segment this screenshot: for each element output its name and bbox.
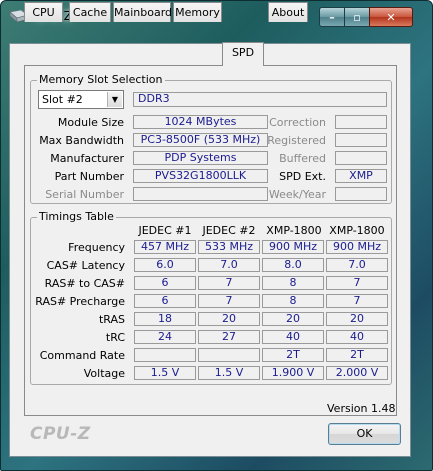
tab-about[interactable]: About bbox=[268, 2, 308, 22]
timings-column-header: JEDEC #1 bbox=[138, 224, 192, 237]
tab-label: Mainboard bbox=[114, 6, 173, 19]
timings-column-header: XMP-1800 bbox=[329, 224, 385, 237]
slot-selected-value: Slot #2 bbox=[42, 93, 83, 106]
timing-cell: 2T bbox=[262, 348, 324, 362]
registered-value bbox=[335, 133, 387, 147]
timing-cell: 20 bbox=[262, 312, 324, 326]
timing-cell: 1.5 V bbox=[134, 366, 196, 380]
buffered-label: Buffered bbox=[279, 152, 326, 165]
ok-button[interactable]: OK bbox=[328, 423, 401, 445]
timing-cell: 20 bbox=[326, 312, 388, 326]
timing-cell: 7 bbox=[326, 294, 388, 308]
tab-spd[interactable]: SPD bbox=[222, 42, 264, 66]
cpuz-logo: CPU-Z bbox=[30, 424, 91, 444]
timing-cell: 7 bbox=[326, 276, 388, 290]
timing-cell: 8 bbox=[262, 276, 324, 290]
trc-label: tRC bbox=[105, 331, 125, 344]
tab-label: CPU bbox=[32, 6, 55, 19]
timing-cell: 1.900 V bbox=[262, 366, 324, 380]
memory-type-field: DDR3 bbox=[133, 92, 387, 107]
tab-memory[interactable]: Memory bbox=[173, 2, 222, 22]
timing-cell: 6 bbox=[134, 294, 196, 308]
timing-cell: 2.000 V bbox=[326, 366, 388, 380]
spd-ext-label: SPD Ext. bbox=[279, 170, 326, 183]
timing-cell: 40 bbox=[326, 330, 388, 344]
timing-cell: 27 bbox=[198, 330, 260, 344]
week-year-label: Week/Year bbox=[268, 188, 326, 201]
tab-label: Memory bbox=[175, 6, 220, 19]
timings-column-header: JEDEC #2 bbox=[202, 224, 256, 237]
part-number-value: PVS32G1800LLK bbox=[133, 169, 268, 183]
correction-value bbox=[335, 115, 387, 129]
timing-cell: 900 MHz bbox=[262, 240, 324, 254]
timing-cell: 24 bbox=[134, 330, 196, 344]
manufacturer-label: Manufacturer bbox=[50, 152, 124, 165]
correction-label: Correction bbox=[269, 116, 326, 129]
timing-cell: 20 bbox=[198, 312, 260, 326]
timing-cell: 8 bbox=[262, 294, 324, 308]
week-year-value bbox=[335, 187, 387, 201]
version-label: Version 1.48 bbox=[327, 402, 396, 415]
tras-label: tRAS bbox=[98, 313, 125, 326]
close-icon: ✕ bbox=[386, 10, 396, 24]
tab-cache[interactable]: Cache bbox=[69, 2, 111, 22]
timing-cell: 457 MHz bbox=[134, 240, 196, 254]
manufacturer-value: PDP Systems bbox=[133, 151, 268, 165]
max-bandwidth-label: Max Bandwidth bbox=[39, 134, 124, 147]
timing-cell: 40 bbox=[262, 330, 324, 344]
chevron-down-icon[interactable]: ▼ bbox=[107, 92, 122, 107]
group-label: Memory Slot Selection bbox=[37, 73, 165, 86]
voltage-label: Voltage bbox=[83, 367, 125, 380]
tab-label: About bbox=[271, 6, 305, 19]
timing-cell: 900 MHz bbox=[326, 240, 388, 254]
minimize-icon: – bbox=[329, 10, 335, 24]
tab-cpu[interactable]: CPU bbox=[24, 2, 63, 22]
tab-mainboard[interactable]: Mainboard bbox=[113, 2, 173, 22]
spd-ext-value: XMP bbox=[335, 169, 387, 183]
ok-button-label: OK bbox=[356, 427, 373, 440]
close-button[interactable]: ✕ bbox=[369, 7, 413, 27]
ras-precharge-label: RAS# Precharge bbox=[35, 295, 125, 308]
timings-column-header: XMP-1800 bbox=[266, 224, 322, 237]
timing-cell: 6 bbox=[134, 276, 196, 290]
timing-cell bbox=[134, 348, 196, 362]
serial-number-label: Serial Number bbox=[45, 188, 124, 201]
timing-cell: 18 bbox=[134, 312, 196, 326]
timing-cell: 7.0 bbox=[326, 258, 388, 272]
timing-cell: 6.0 bbox=[134, 258, 196, 272]
timing-cell: 1.5 V bbox=[198, 366, 260, 380]
timing-cell: 2T bbox=[326, 348, 388, 362]
max-bandwidth-value: PC3-8500F (533 MHz) bbox=[133, 133, 268, 147]
timing-cell: 8.0 bbox=[262, 258, 324, 272]
timing-cell: 7 bbox=[198, 276, 260, 290]
frequency-label: Frequency bbox=[68, 241, 125, 254]
slot-select[interactable]: Slot #2 ▼ bbox=[38, 90, 124, 109]
timing-cell: 7.0 bbox=[198, 258, 260, 272]
module-size-label: Module Size bbox=[57, 116, 124, 129]
buffered-value bbox=[335, 151, 387, 165]
tab-label: Cache bbox=[72, 6, 108, 19]
minimize-button[interactable]: – bbox=[319, 7, 345, 27]
module-size-value: 1024 MBytes bbox=[133, 115, 268, 129]
registered-label: Registered bbox=[267, 134, 326, 147]
ras-to-cas-label: RAS# to CAS# bbox=[44, 277, 125, 290]
timing-cell bbox=[198, 348, 260, 362]
command-rate-label: Command Rate bbox=[39, 349, 125, 362]
tab-label: SPD bbox=[231, 46, 255, 59]
timing-cell: 533 MHz bbox=[198, 240, 260, 254]
maximize-icon: ▫ bbox=[353, 10, 361, 24]
serial-number-value bbox=[133, 187, 268, 201]
cas-latency-label: CAS# Latency bbox=[46, 259, 125, 272]
timing-cell: 7 bbox=[198, 294, 260, 308]
maximize-button[interactable]: ▫ bbox=[344, 7, 370, 27]
group-label: Timings Table bbox=[37, 210, 116, 223]
part-number-label: Part Number bbox=[54, 170, 124, 183]
